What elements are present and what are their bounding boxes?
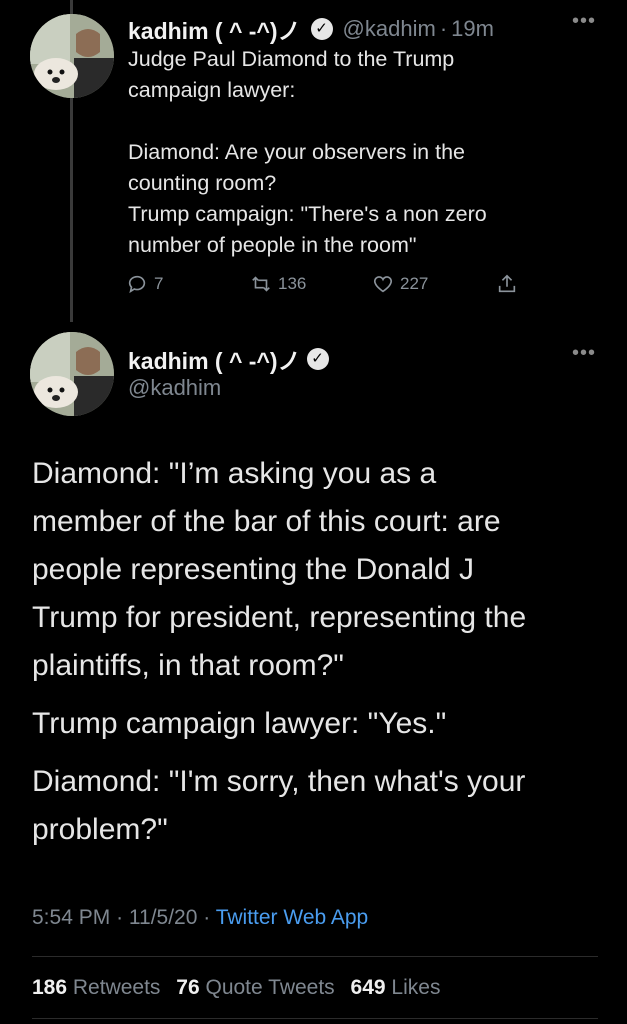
text-line: Diamond: Are your observers in the — [128, 140, 465, 164]
text-line: Judge Paul Diamond to the Trump — [128, 47, 455, 71]
likes-count: 649 — [350, 976, 386, 999]
tweet1-text: Judge Paul Diamond to the Trump campaign… — [128, 44, 608, 261]
tweet1-header: kadhim ( ^ -^)ノ ✓ @kadhim · 19m — [128, 12, 494, 46]
verified-icon: ✓ — [306, 348, 329, 370]
text-line: Diamond: "I’m asking you as a — [32, 457, 437, 490]
likes-stat[interactable]: 649 Likes — [351, 976, 441, 999]
retweets-count: 186 — [32, 976, 68, 999]
text-line — [128, 106, 608, 137]
text-line: Diamond: "I'm sorry, then what's your — [32, 765, 526, 798]
tweet-time[interactable]: 5:54 PM — [32, 906, 110, 929]
text-line: Trump campaign lawyer: "Yes." — [32, 707, 447, 740]
paragraph: Diamond: "I'm sorry, then what's your pr… — [32, 758, 612, 854]
handle[interactable]: @kadhim — [343, 16, 436, 42]
retweets-stat[interactable]: 186 Retweets — [32, 976, 160, 999]
text-line: Trump campaign: "There's a non zero — [128, 202, 487, 226]
display-name[interactable]: kadhim ( ^ -^)ノ — [128, 342, 301, 376]
separator-dot: · — [203, 906, 216, 929]
text-line: Trump for president, representing the — [32, 601, 527, 634]
tweet2-text: Diamond: "I’m asking you as a member of … — [32, 450, 612, 854]
like-button[interactable]: 227 — [372, 273, 428, 295]
tweet-meta: 5:54 PM · 11/5/20 · Twitter Web App — [32, 906, 368, 930]
more-options-icon[interactable]: ••• — [572, 342, 596, 365]
more-options-icon[interactable]: ••• — [572, 10, 596, 33]
quote-tweets-count: 76 — [176, 976, 200, 999]
likes-label: Likes — [391, 976, 441, 999]
avatar[interactable] — [30, 332, 114, 416]
tweet-date[interactable]: 11/5/20 — [129, 906, 198, 929]
handle[interactable]: @kadhim — [128, 375, 221, 401]
retweets-label: Retweets — [72, 976, 161, 999]
reply-count: 7 — [154, 274, 164, 293]
avatar-image-icon — [30, 14, 114, 98]
text-line: people representing the Donald J — [32, 553, 474, 586]
timestamp[interactable]: 19m — [451, 16, 494, 42]
source-app-link[interactable]: Twitter Web App — [216, 906, 369, 929]
text-line: counting room? — [128, 171, 277, 195]
retweet-icon — [252, 276, 270, 292]
divider — [32, 1018, 598, 1019]
share-icon — [498, 274, 516, 293]
reply-icon — [128, 275, 146, 294]
divider — [32, 956, 598, 957]
separator-dot: · — [116, 906, 129, 929]
verified-icon: ✓ — [310, 18, 333, 40]
reply-button[interactable]: 7 — [126, 273, 163, 295]
paragraph: Trump campaign lawyer: "Yes." — [32, 700, 612, 748]
tweet2-header: kadhim ( ^ -^)ノ ✓ — [128, 342, 329, 376]
avatar-image-icon — [30, 332, 114, 416]
quote-tweets-label: Quote Tweets — [205, 976, 335, 999]
share-button[interactable] — [496, 273, 518, 295]
like-count: 227 — [400, 274, 429, 293]
text-line: problem?" — [32, 813, 168, 846]
text-line: plaintiffs, in that room?" — [32, 649, 344, 682]
retweet-count: 136 — [278, 274, 307, 293]
engagement-stats: 186 Retweets 76 Quote Tweets 649 Likes — [32, 976, 440, 1000]
text-line: campaign lawyer: — [128, 78, 296, 102]
text-line: number of people in the room" — [128, 233, 417, 257]
text-line: member of the bar of this court: are — [32, 505, 501, 538]
retweet-button[interactable]: 136 — [250, 273, 306, 295]
heart-icon — [373, 276, 393, 293]
quote-tweets-stat[interactable]: 76 Quote Tweets — [176, 976, 334, 999]
separator-dot: · — [439, 16, 448, 41]
paragraph: Diamond: "I’m asking you as a member of … — [32, 450, 612, 690]
display-name[interactable]: kadhim ( ^ -^)ノ — [128, 12, 301, 46]
avatar[interactable] — [30, 14, 114, 98]
